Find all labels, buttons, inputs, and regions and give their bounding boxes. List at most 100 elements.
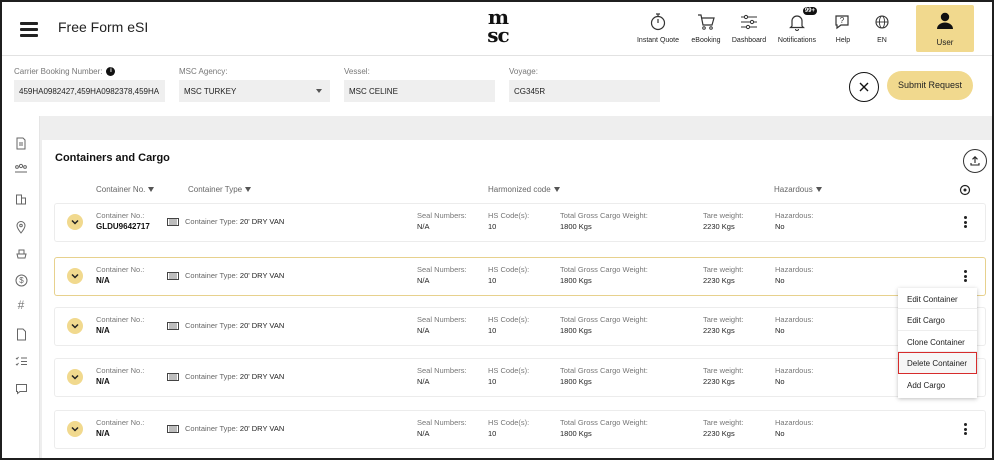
tare-weight-value: 2230 Kgs [703, 429, 735, 438]
hs-code-cell: HS Code(s): 10 [488, 264, 529, 286]
tare-weight-value: 2230 Kgs [703, 222, 735, 231]
row-context-menu: Edit Container Edit Cargo Clone Containe… [898, 288, 977, 398]
document-icon[interactable] [14, 136, 28, 150]
user-label: User [936, 38, 954, 47]
file-icon[interactable] [14, 327, 28, 341]
column-settings-icon[interactable] [959, 183, 971, 196]
cell-label: Total Gross Cargo Weight: [560, 211, 648, 220]
top-bar: Free Form eSI m sc Instant Quote eBookin… [2, 2, 992, 56]
nav-label: EN [877, 37, 887, 44]
users-icon[interactable] [14, 161, 28, 175]
vessel-input[interactable]: MSC CELINE [344, 80, 495, 102]
info-icon[interactable]: i [106, 67, 116, 76]
sort-caret-icon [245, 187, 252, 192]
user-button[interactable]: User [916, 5, 974, 52]
column-header-container-type[interactable]: Container Type [188, 185, 252, 194]
app-window: Free Form eSI m sc Instant Quote eBookin… [0, 0, 994, 460]
more-options-icon[interactable] [961, 421, 969, 437]
hs-code-cell: HS Code(s): 10 [488, 365, 529, 387]
table-row[interactable]: Container No.: N/A Container Type: 20' DRY… [55, 411, 985, 448]
menu-item-add-cargo[interactable]: Add Cargo [898, 374, 977, 395]
close-button[interactable] [849, 72, 879, 102]
expand-row-button[interactable] [67, 369, 83, 385]
more-options-icon[interactable] [961, 214, 969, 230]
carrier-booking-input[interactable]: 459HA0982427,459HA0982378,459HA [14, 80, 165, 102]
gross-weight-value: 1800 Kgs [560, 222, 592, 231]
carrier-booking-field: Carrier Booking Number: i 459HA0982427,45… [14, 67, 165, 102]
sliders-icon [731, 10, 767, 34]
cell-label: Container Type: [185, 424, 238, 433]
cell-label: Seal Numbers: [417, 315, 467, 324]
column-header-hazardous[interactable]: Hazardous [774, 185, 822, 194]
menu-item-delete-container[interactable]: Delete Container [898, 352, 977, 374]
nav-label: Dashboard [731, 37, 767, 44]
expand-row-button[interactable] [67, 421, 83, 437]
building-icon[interactable] [14, 192, 28, 206]
nav-notifications[interactable]: 99+ Notifications [777, 7, 817, 44]
menu-item-edit-cargo[interactable]: Edit Cargo [898, 309, 977, 331]
msc-logo[interactable]: m sc [480, 7, 516, 47]
container-no-cell: Container No.: GLDU9642717 [96, 210, 150, 232]
cell-label: Hazardous: [775, 211, 814, 220]
chat-icon[interactable] [14, 382, 28, 396]
seal-numbers-cell: Seal Numbers: N/A [417, 314, 467, 336]
hamburger-menu-icon[interactable] [20, 22, 38, 37]
column-header-harmonized-code[interactable]: Harmonized code [488, 185, 560, 194]
table-row[interactable]: Container No.: N/A Container Type: 20' DRY… [55, 258, 985, 295]
expand-row-button[interactable] [67, 318, 83, 334]
nav-language[interactable]: EN [872, 10, 892, 44]
nav-help[interactable]: ? Help [833, 10, 853, 44]
sort-caret-icon [553, 187, 560, 192]
column-header-container-no[interactable]: Container No. [96, 185, 155, 194]
globe-icon [872, 10, 892, 34]
container-type-cell: Container Type: 20' DRY VAN [167, 372, 284, 381]
submit-request-button[interactable]: Submit Request [887, 71, 973, 100]
container-no-value: N/A [96, 326, 110, 335]
container-type-value: 20' DRY VAN [239, 372, 285, 381]
table-row[interactable]: Container No.: N/A Container Type: 20' DRY… [55, 359, 985, 396]
seal-numbers-cell: Seal Numbers: N/A [417, 365, 467, 387]
booking-form-row: Carrier Booking Number: i 459HA0982427,45… [2, 57, 992, 115]
menu-item-edit-container[interactable]: Edit Container [898, 288, 977, 310]
dollar-icon[interactable]: $ [14, 273, 28, 287]
nav-dashboard[interactable]: Dashboard [731, 10, 767, 44]
container-type-value: 20' DRY VAN [239, 217, 285, 226]
cell-label: Tare weight: [703, 315, 744, 324]
nav-ebooking[interactable]: eBooking [690, 10, 722, 44]
cell-label: Total Gross Cargo Weight: [560, 315, 648, 324]
location-pin-icon[interactable] [14, 220, 28, 234]
container-no-value: N/A [96, 377, 110, 386]
hs-code-cell: HS Code(s): 10 [488, 417, 529, 439]
ship-icon[interactable] [14, 246, 28, 260]
msc-agency-value: MSC TURKEY [184, 87, 237, 96]
more-options-icon[interactable] [961, 268, 969, 284]
msc-agency-select[interactable]: MSC TURKEY [179, 80, 330, 102]
hs-code-cell: HS Code(s): 10 [488, 210, 529, 232]
hs-code-value: 10 [488, 222, 497, 231]
voyage-input[interactable]: CG345R [509, 80, 660, 102]
cell-label: Tare weight: [703, 366, 744, 375]
cell-label: Hazardous: [775, 315, 814, 324]
container-no-cell: Container No.: N/A [96, 314, 144, 336]
upload-button[interactable] [963, 149, 987, 173]
expand-row-button[interactable] [67, 268, 83, 284]
hazardous-cell: Hazardous: No [775, 314, 813, 336]
seal-numbers-cell: Seal Numbers: N/A [417, 210, 467, 232]
cell-label: Container Type: [185, 321, 238, 330]
sort-caret-icon [148, 187, 155, 192]
svg-text:$: $ [19, 276, 24, 285]
checklist-icon[interactable] [14, 354, 28, 368]
nav-label: eBooking [691, 37, 721, 44]
table-row[interactable]: Container No.: N/A Container Type: 20' DRY… [55, 308, 985, 345]
nav-instant-quote[interactable]: Instant Quote [636, 10, 680, 44]
help-chat-icon: ? [833, 10, 853, 34]
logo-line-2: sc [487, 23, 509, 47]
cart-icon [690, 10, 722, 34]
menu-item-clone-container[interactable]: Clone Container [898, 331, 977, 353]
hash-icon[interactable]: # [14, 298, 28, 312]
expand-row-button[interactable] [67, 214, 83, 230]
cell-label: Seal Numbers: [417, 366, 467, 375]
cell-label: HS Code(s): [488, 418, 530, 427]
table-row[interactable]: Container No.: GLDU9642717 Container Type:… [55, 204, 985, 241]
chevron-down-icon [71, 273, 79, 279]
